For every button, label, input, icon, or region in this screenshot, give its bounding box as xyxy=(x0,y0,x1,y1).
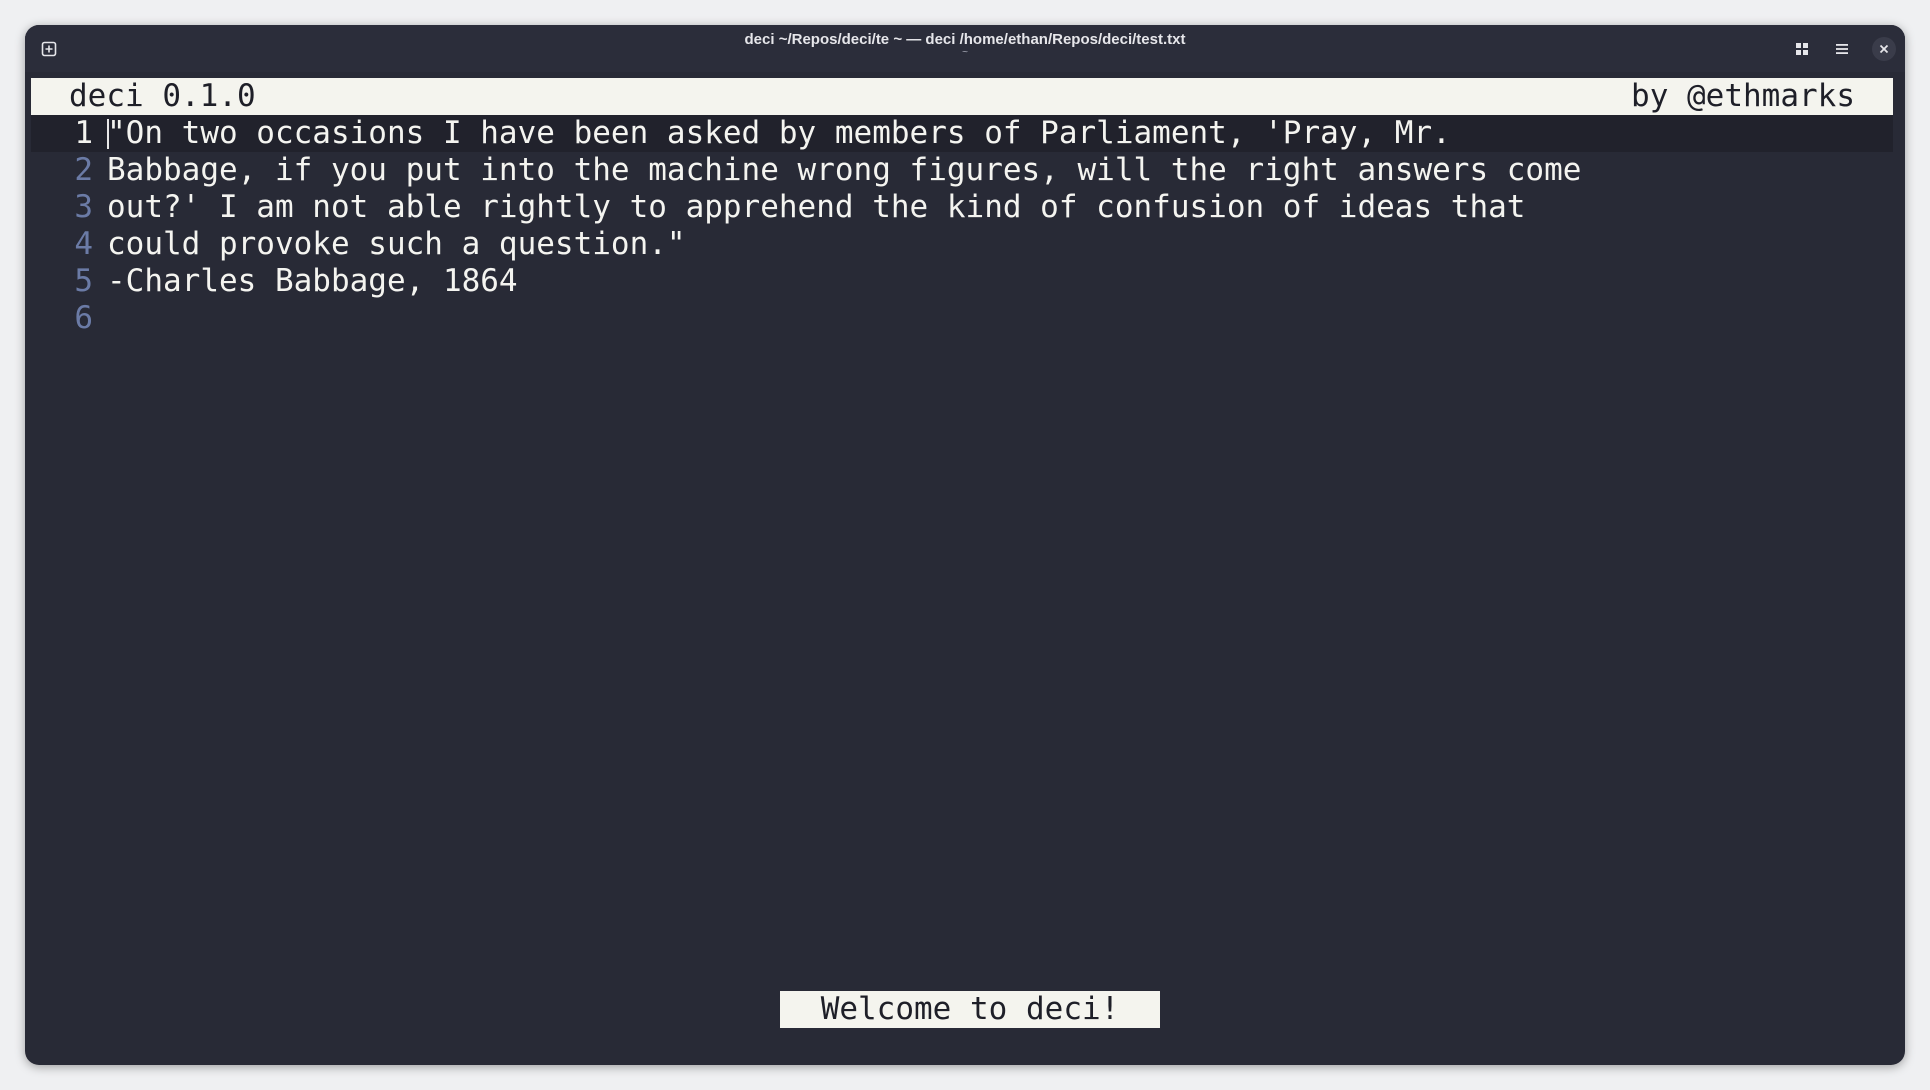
grid-view-icon[interactable] xyxy=(1788,35,1816,63)
status-message: Welcome to deci! xyxy=(780,991,1160,1028)
line-text[interactable]: out?' I am not able rightly to apprehend… xyxy=(107,189,1525,226)
line-text[interactable]: could provoke such a question." xyxy=(107,226,686,263)
line-number: 4 xyxy=(74,226,93,262)
line-number: 6 xyxy=(74,300,93,336)
editor-line-1[interactable]: 1 "On two occasions I have been asked by… xyxy=(31,115,1893,152)
close-icon[interactable] xyxy=(1872,37,1896,61)
editor-line-5[interactable]: 5 -Charles Babbage, 1864 xyxy=(31,263,1893,300)
terminal-area[interactable]: deci 0.1.0 by @ethmarks 1 "On two occasi… xyxy=(31,78,1899,1058)
line-number: 2 xyxy=(74,152,93,188)
editor-header-bar: deci 0.1.0 by @ethmarks xyxy=(31,78,1893,115)
editor-line-6[interactable]: 6 xyxy=(31,300,1893,337)
window-title-area: deci ~/Repos/deci/te ~ — deci /home/etha… xyxy=(25,31,1905,58)
editor-line-2[interactable]: 2 Babbage, if you put into the machine w… xyxy=(31,152,1893,189)
line-number: 1 xyxy=(74,115,93,151)
window-subtitle: ~ xyxy=(962,47,968,58)
line-text[interactable]: "On two occasions I have been asked by m… xyxy=(107,115,1451,152)
hamburger-menu-icon[interactable] xyxy=(1828,35,1856,63)
terminal-window: deci ~/Repos/deci/te ~ — deci /home/etha… xyxy=(25,25,1905,1065)
editor-line-4[interactable]: 4 could provoke such a question." xyxy=(31,226,1893,263)
line-text[interactable]: Babbage, if you put into the machine wro… xyxy=(107,152,1581,189)
title-bar: deci ~/Repos/deci/te ~ — deci /home/etha… xyxy=(25,25,1905,72)
app-name-version: deci 0.1.0 xyxy=(69,78,256,114)
line-number: 5 xyxy=(74,263,93,299)
editor-line-3[interactable]: 3 out?' I am not able rightly to apprehe… xyxy=(31,189,1893,226)
line-number: 3 xyxy=(74,189,93,225)
line-text[interactable]: -Charles Babbage, 1864 xyxy=(107,263,518,300)
author-credit: by @ethmarks xyxy=(1631,78,1855,114)
